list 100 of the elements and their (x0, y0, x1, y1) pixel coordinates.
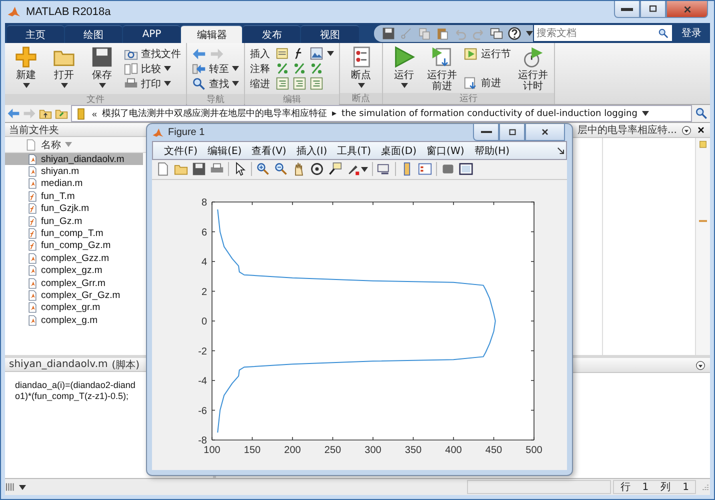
ribbon-button[interactable]: 运行节 (464, 46, 511, 61)
ribbon-button[interactable]: 打印 (124, 76, 181, 91)
figure-window[interactable]: Figure 1 文件(F) 编辑(E) 查看(V) 插入(I) 工具(T) 桌面(D) 窗口(W) 帮助(H) 100 150 200 250 300 350 400 450 500 -8 -6 -4 -2 0 2 4 6 8 (146, 123, 573, 476)
file-row[interactable]: shiyan.m (5, 165, 143, 178)
caret-icon[interactable] (361, 166, 368, 172)
maximize-button[interactable] (640, 1, 666, 18)
sign-in-button[interactable]: 登录 (672, 24, 710, 42)
toolbar-button[interactable] (192, 162, 206, 176)
caret-icon[interactable] (232, 81, 239, 86)
y-tick-label: -6 (198, 406, 207, 417)
ribbon-large-button[interactable]: 运行并计时 (517, 46, 549, 93)
column-number: 1 (682, 482, 689, 492)
ribbon-large-button[interactable]: 保存 (86, 46, 118, 94)
rotate-icon (310, 162, 324, 176)
ribbon-large-button[interactable]: 运行 (388, 46, 420, 93)
caret-icon[interactable] (164, 66, 171, 71)
function-file-icon (27, 203, 38, 214)
menu-item[interactable]: 文件(F) (159, 144, 203, 158)
minimize-icon (480, 130, 492, 134)
ribbon-large-button[interactable]: 运行并前进 (426, 46, 458, 93)
column-header[interactable]: 名称 (41, 138, 61, 152)
ribbon-tab[interactable]: 主页 (7, 25, 64, 43)
switch-windows-icon (490, 26, 503, 40)
toolbar-button[interactable] (328, 162, 342, 176)
ribbon-tab[interactable]: 发布 (243, 25, 300, 43)
x-tick-label: 200 (284, 444, 301, 456)
file-row[interactable]: shiyan_diandaolv.m (5, 153, 143, 166)
close-icon (682, 4, 692, 14)
ribbon-large-button[interactable]: 新建 (10, 46, 42, 94)
caret-icon[interactable] (232, 66, 239, 71)
minimize-icon (621, 8, 633, 10)
script-file-icon (27, 302, 38, 314)
ribbon-large-button[interactable]: 打开 (48, 46, 80, 94)
file-row[interactable]: fun_comp_T.m (5, 227, 143, 240)
menu-item[interactable]: 窗口(W) (422, 144, 470, 158)
ribbon-large-button[interactable]: 断点 (345, 46, 377, 93)
file-row[interactable]: complex_Gr_Gz.m (5, 289, 143, 302)
file-row[interactable]: fun_T.m (5, 190, 143, 203)
y-tick-label: 8 (201, 197, 207, 208)
script-file-icon (27, 166, 38, 178)
caret-icon[interactable] (98, 83, 106, 88)
ribbon-button[interactable]: 比较 (124, 61, 181, 76)
ribbon-button[interactable]: 查找文件 (124, 46, 181, 61)
menu-item[interactable]: 插入(I) (291, 144, 332, 158)
toolbar-button[interactable] (459, 162, 473, 176)
overflow-mark[interactable]: « (92, 108, 98, 118)
ribbon-button[interactable]: 前进 (464, 75, 511, 90)
caret-icon[interactable] (526, 30, 533, 36)
menu-item[interactable]: 工具(T) (332, 144, 376, 158)
stopwatch-icon (522, 46, 544, 68)
dropdown-circle-icon (695, 360, 706, 370)
plus-icon (15, 46, 37, 68)
ribbon-button[interactable]: 查找 (192, 76, 239, 91)
script-file-icon (27, 290, 38, 301)
menu-item[interactable]: 查看(V) (246, 144, 292, 158)
toolbar-button[interactable] (310, 162, 324, 176)
file-row[interactable]: complex_Grr.m (5, 276, 143, 290)
file-row[interactable]: fun_comp_Gz.m (5, 240, 143, 252)
ribbon-tab[interactable]: 绘图 (65, 25, 122, 43)
percent-icon (276, 62, 289, 75)
maximize-button[interactable] (499, 124, 525, 141)
play-section-icon (464, 46, 478, 60)
file-row[interactable]: complex_Gzz.m (5, 252, 143, 265)
caret-icon[interactable] (327, 51, 334, 56)
indent-icon (310, 77, 323, 90)
compare-icon (124, 62, 138, 76)
maximize-icon (506, 126, 518, 138)
menu-item[interactable]: 帮助(H) (469, 144, 515, 158)
scissors-icon (400, 26, 413, 40)
caret-icon[interactable] (400, 83, 408, 88)
ribbon-button[interactable]: 转至 (192, 61, 239, 76)
caret-icon[interactable] (60, 83, 68, 88)
file-row[interactable]: fun_Gz.m (5, 214, 143, 228)
ribbon-tab[interactable]: 视图 (301, 25, 359, 43)
toolbar-button[interactable] (233, 162, 247, 176)
caret-icon[interactable] (164, 81, 171, 86)
ribbon-tab[interactable]: APP (123, 25, 180, 43)
menu-item[interactable]: 编辑(E) (202, 144, 247, 158)
caret-icon[interactable] (19, 484, 26, 490)
ribbon-tab[interactable]: 编辑器 (181, 25, 242, 43)
file-row[interactable]: median.m (5, 178, 143, 190)
details-title: shiyan_diandaolv.m (9, 359, 108, 370)
file-row[interactable]: fun_Gzjk.m (5, 202, 143, 215)
group-label: 断点 (340, 93, 382, 104)
caret-icon[interactable] (642, 111, 650, 116)
path-crumb[interactable]: 模拟了电法测井中双感应测井在地层中的电导率相应特征 (102, 107, 328, 120)
hand-icon (292, 162, 306, 176)
file-row[interactable]: complex_gz.m (5, 264, 143, 277)
menu-item[interactable]: 桌面(D) (376, 144, 422, 158)
file-row[interactable]: complex_g.m (5, 314, 143, 326)
caret-icon[interactable] (22, 83, 30, 88)
path-crumb[interactable]: the simulation of formation conductivity of duel-induction logging (342, 108, 638, 118)
close-button[interactable] (666, 1, 708, 18)
editor-tab-title[interactable]: 层中的电导率相应特... (577, 123, 677, 137)
minimize-button[interactable] (614, 1, 640, 18)
caret-icon[interactable] (358, 83, 364, 88)
minimize-button[interactable] (473, 124, 499, 141)
address-field[interactable]: « 模拟了电法测井中双感应测井在地层中的电导率相应特征 ▸ the simulation of formation conductivity of duel-induction logging (71, 105, 692, 122)
file-row[interactable]: complex_gr.m (5, 302, 143, 314)
legend-icon (418, 162, 432, 176)
